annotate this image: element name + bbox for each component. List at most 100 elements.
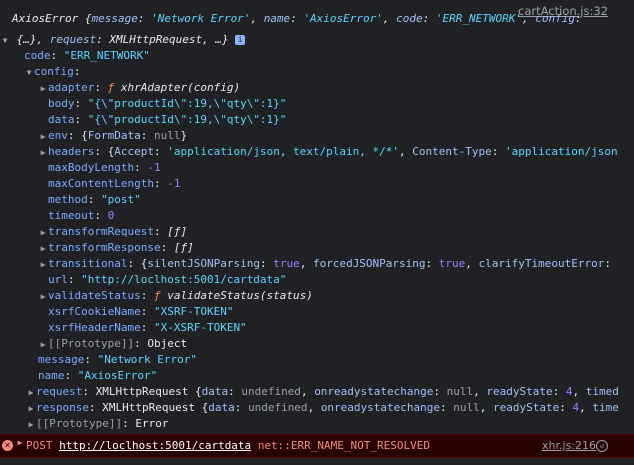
prop-value: "AxiosError"	[77, 369, 158, 382]
prop-subkey: time	[592, 401, 619, 414]
prop-data: data: "{\"productId\":19,\"qty\":1}"	[48, 113, 287, 126]
info-icon[interactable]: i	[235, 35, 246, 45]
prop-subkey: data	[201, 385, 229, 398]
prop-value: 0	[107, 209, 115, 222]
prop-timeout: timeout: 0	[48, 209, 115, 222]
prop-subkey: onreadystatechange	[320, 401, 441, 414]
brace: {	[81, 129, 88, 142]
prop-value: [ƒ]	[167, 225, 188, 238]
error-url-link[interactable]: http://loclhost:5001/cartdata	[59, 439, 251, 452]
prop-prototype-object[interactable]: ▶ [[Prototype]]: Object	[38, 336, 188, 353]
prop-xsrf-cookie-name: xsrfCookieName: "XSRF-TOKEN"	[48, 305, 234, 318]
prop-value: "{\"productId\":19,\"qty\":1}"	[87, 97, 287, 110]
collapsed-triangle-icon[interactable]: ▶	[38, 337, 48, 353]
collapsed-triangle-icon[interactable]: ▶	[15, 438, 25, 447]
expanded-triangle-icon[interactable]: ▼	[0, 33, 10, 49]
collapsed-triangle-icon[interactable]: ▶	[38, 289, 48, 305]
prop-subkey: FormData	[87, 129, 141, 142]
prop-key: env	[48, 129, 68, 142]
prop-value: -1	[147, 161, 161, 174]
collapsed-triangle-icon[interactable]: ▶	[26, 385, 36, 401]
prop-value: validateStatus(status)	[167, 289, 313, 302]
prop-adapter[interactable]: ▶ adapter: ƒ xhrAdapter(config)	[38, 80, 241, 97]
prop-subkey: readyState	[493, 401, 560, 414]
prop-key: data	[48, 113, 75, 126]
prop-value: "XSRF-TOKEN"	[153, 305, 234, 318]
prop-key: transformRequest	[48, 225, 154, 238]
collapsed-triangle-icon[interactable]: ▶	[38, 257, 48, 273]
prop-subkey: forcedJSONParsing	[312, 257, 426, 270]
error-icon: ✕	[2, 440, 13, 451]
error-method: POST	[26, 439, 53, 452]
prop-key: code	[24, 49, 51, 62]
summary-key-message: message	[91, 12, 138, 25]
prop-key: config	[34, 65, 74, 78]
prop-subvalue: 'application/json, text/plain, */*'	[167, 145, 400, 158]
error-text: POST http://loclhost:5001/cartdata net::…	[26, 438, 430, 454]
prop-message: message: "Network Error"	[38, 353, 197, 366]
prop-key: headers	[48, 145, 95, 158]
collapsed-triangle-icon[interactable]: ▶	[26, 417, 36, 433]
prop-request[interactable]: ▶ request: XMLHttpRequest {data: undefine…	[26, 384, 619, 400]
prop-response[interactable]: ▶ response: XMLHttpRequest {data: undefin…	[26, 400, 619, 416]
collapsed-triangle-icon[interactable]: ▶	[38, 145, 48, 161]
prop-xsrf-header-name: xsrfHeaderName: "X-XSRF-TOKEN"	[48, 321, 247, 334]
prop-value: "{\"productId\":19,\"qty\":1}"	[87, 113, 287, 126]
prop-subkey: silentJSONParsing	[147, 257, 260, 270]
prop-headers[interactable]: ▶ headers: {Accept: 'application/json, te…	[38, 144, 618, 160]
error-source-link[interactable]: xhr.js:216	[542, 438, 596, 454]
collapsed-triangle-icon[interactable]: ▶	[26, 401, 36, 417]
prop-method: method: "post"	[48, 193, 141, 206]
collapsed-triangle-icon[interactable]: ▶	[38, 225, 48, 241]
prop-key: message	[38, 353, 85, 366]
summary-key-request: request	[49, 33, 97, 46]
prop-key: [[Prototype]]	[36, 417, 123, 430]
collapsed-triangle-icon[interactable]: ▶	[38, 129, 48, 145]
prop-key: timeout	[48, 209, 95, 222]
prop-subvalue: true	[273, 257, 300, 270]
summary-val-message: 'Network Error'	[151, 12, 251, 25]
devtools-console: cartAction.js:32 AxiosError {message: 'N…	[0, 0, 634, 465]
axios-error-toggle[interactable]: ▼ {…}, request: XMLHttpRequest, …} i	[0, 32, 246, 49]
prop-key: body	[48, 97, 75, 110]
network-error-message[interactable]: ✕ ▶ POST http://loclhost:5001/cartdata n…	[0, 434, 634, 458]
prop-subvalue: true	[438, 257, 466, 270]
summary-key-name: name	[263, 12, 291, 25]
error-code: net::ERR_NAME_NOT_RESOLVED	[257, 439, 430, 452]
prop-url: url: "http://loclhost:5001/cartdata"	[48, 273, 287, 286]
prop-subvalue: 4	[565, 385, 573, 398]
prop-value: "ERR_NETWORK"	[63, 49, 150, 62]
prop-key: adapter	[48, 81, 95, 94]
prop-validate-status[interactable]: ▶ validateStatus: ƒ validateStatus(status…	[38, 288, 313, 304]
prop-type: XMLHttpRequest {	[102, 401, 209, 414]
prop-subvalue: undefined	[241, 385, 301, 398]
prop-subvalue: 'application/json	[505, 145, 618, 158]
prop-value: "X-XSRF-TOKEN"	[153, 321, 247, 334]
prop-env[interactable]: ▶ env: {FormData: null}	[38, 128, 188, 145]
prop-value: -1	[167, 177, 181, 190]
prop-key: validateStatus	[48, 289, 141, 302]
prop-config[interactable]: ▼ config:	[24, 64, 81, 81]
collapsed-triangle-icon[interactable]: ▶	[38, 241, 48, 257]
prop-key: response	[36, 401, 89, 414]
prop-code: code: "ERR_NETWORK"	[24, 49, 150, 62]
prop-key: [[Prototype]]	[48, 337, 135, 350]
prop-key: xsrfHeaderName	[48, 321, 141, 334]
prop-value: xhrAdapter(config)	[120, 81, 241, 94]
prop-key: transitional	[48, 257, 128, 270]
prop-subkey: readyState	[486, 385, 553, 398]
expanded-triangle-icon[interactable]: ▼	[24, 65, 34, 81]
history-icon[interactable]: ↺	[596, 440, 608, 452]
prop-body: body: "{\"productId\":19,\"qty\":1}"	[48, 97, 287, 110]
prop-subvalue: undefined	[247, 401, 308, 414]
prop-value: "post"	[101, 193, 141, 206]
collapsed-triangle-icon[interactable]: ▶	[38, 81, 48, 97]
summary-prefix: AxiosError {	[12, 12, 92, 25]
prop-subkey: timed	[585, 385, 619, 398]
prop-subkey: Content-Type	[412, 145, 492, 158]
prop-transform-response[interactable]: ▶ transformResponse: [ƒ]	[38, 240, 194, 256]
prop-transform-request[interactable]: ▶ transformRequest: [ƒ]	[38, 224, 188, 241]
prop-prototype-error[interactable]: ▶ [[Prototype]]: Error	[26, 416, 169, 433]
prop-transitional[interactable]: ▶ transitional: {silentJSONParsing: true,…	[38, 256, 611, 272]
summary-config-preview: {…}	[16, 33, 37, 46]
